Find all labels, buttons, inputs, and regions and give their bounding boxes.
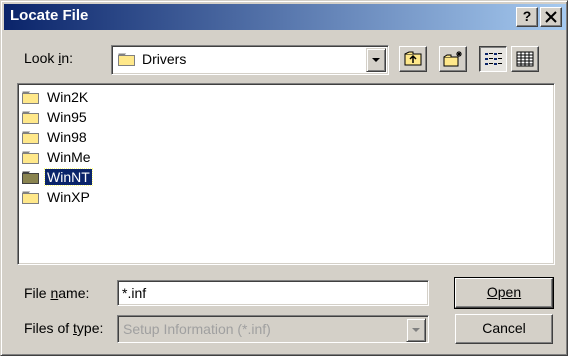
help-button[interactable]: ? bbox=[516, 7, 538, 27]
list-item[interactable]: Win2K bbox=[22, 88, 222, 108]
list-item[interactable]: WinMe bbox=[22, 148, 222, 168]
details-view-icon bbox=[516, 51, 534, 67]
list-item-label: WinNT bbox=[44, 168, 93, 186]
files-of-type-dropdown-button[interactable] bbox=[406, 318, 426, 342]
open-button-label: Open bbox=[486, 284, 522, 300]
list-item[interactable]: Win95 bbox=[22, 108, 222, 128]
list-item-label: WinXP bbox=[47, 189, 90, 205]
list-view-icon bbox=[485, 53, 502, 65]
folder-icon bbox=[118, 53, 135, 66]
create-new-folder-icon bbox=[443, 51, 462, 67]
up-one-level-button[interactable] bbox=[399, 46, 427, 72]
files-of-type-value: Setup Information (*.inf) bbox=[123, 321, 271, 337]
list-item-label: WinMe bbox=[47, 149, 91, 165]
folder-icon bbox=[22, 131, 39, 144]
create-new-folder-button[interactable] bbox=[439, 46, 467, 72]
cancel-button[interactable]: Cancel bbox=[455, 314, 553, 344]
details-view-button[interactable] bbox=[511, 46, 539, 72]
list-item-label: Win95 bbox=[47, 109, 87, 125]
look-in-label: Look in: bbox=[24, 50, 74, 66]
folder-icon bbox=[22, 91, 39, 104]
window-title: Locate File bbox=[10, 7, 89, 24]
look-in-dropdown-button[interactable] bbox=[366, 48, 386, 72]
folder-icon bbox=[22, 151, 39, 164]
files-of-type-combobox[interactable]: Setup Information (*.inf) bbox=[117, 315, 429, 343]
file-list[interactable]: Win2K Win95 Win98 WinMe WinNT WinXP bbox=[17, 83, 555, 265]
files-of-type-label: Files of type: bbox=[24, 320, 104, 336]
folder-icon bbox=[22, 191, 39, 204]
look-in-combobox[interactable]: Drivers bbox=[111, 45, 389, 75]
chevron-down-icon bbox=[372, 58, 380, 62]
close-button[interactable] bbox=[540, 7, 562, 27]
list-item[interactable]: WinXP bbox=[22, 188, 222, 208]
list-item[interactable]: Win98 bbox=[22, 128, 222, 148]
up-one-level-icon bbox=[404, 51, 422, 66]
folder-icon bbox=[22, 111, 39, 124]
chevron-down-icon bbox=[412, 328, 420, 332]
close-icon bbox=[545, 11, 557, 23]
title-bar[interactable]: Locate File ? bbox=[4, 4, 566, 30]
locate-file-dialog: Locate File ? Look in: Drivers Win2K Win… bbox=[0, 0, 568, 356]
file-name-label: File name: bbox=[24, 285, 90, 301]
list-item-label: Win2K bbox=[47, 89, 89, 105]
open-button[interactable]: Open bbox=[454, 277, 554, 309]
folder-icon bbox=[22, 171, 39, 184]
list-view-button[interactable] bbox=[479, 46, 507, 72]
file-name-input[interactable] bbox=[117, 280, 429, 306]
list-item-label: Win98 bbox=[47, 129, 87, 145]
look-in-value: Drivers bbox=[142, 51, 187, 67]
list-item-selected[interactable]: WinNT bbox=[22, 168, 222, 188]
